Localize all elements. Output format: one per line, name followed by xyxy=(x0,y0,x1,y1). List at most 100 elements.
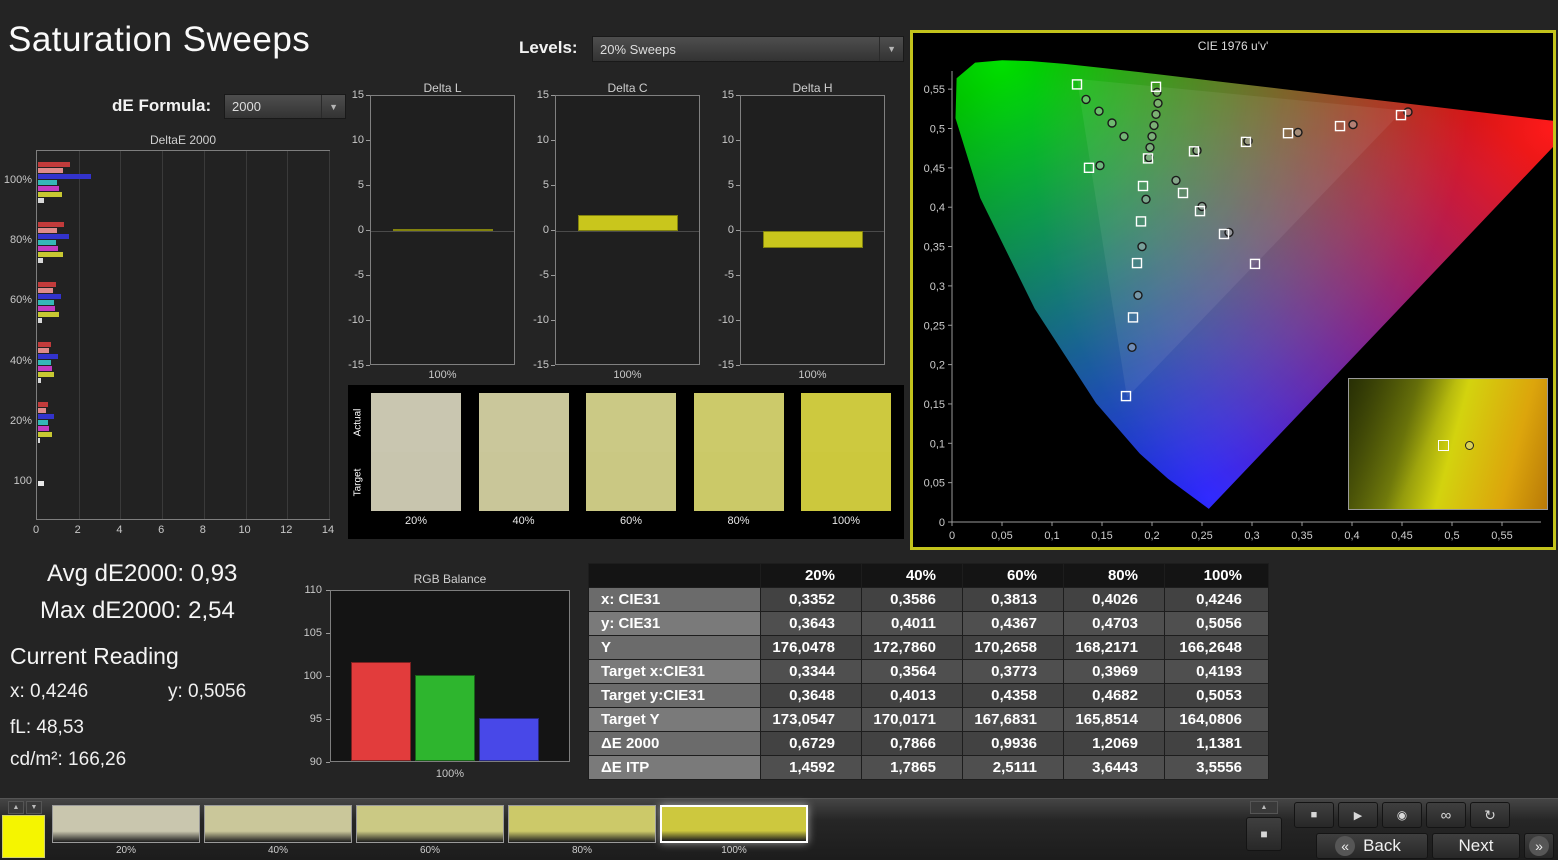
grid-line xyxy=(78,151,80,519)
swatch-target xyxy=(478,452,569,511)
stop-icon-button[interactable]: ■ xyxy=(1294,802,1334,828)
stop-pattern-button[interactable]: ■ xyxy=(1246,817,1282,851)
y-axis-tick-label: 105 xyxy=(303,627,322,639)
swatch-40%: 40% xyxy=(478,393,569,527)
y-axis-tick-label: -10 xyxy=(718,314,734,326)
y-axis-tick-label: -10 xyxy=(533,314,549,326)
x-tick-label: 0,2 xyxy=(1144,530,1159,542)
fl-readout: fL: 48,53 xyxy=(10,717,84,738)
play-icon-button[interactable]: ▶ xyxy=(1338,802,1378,828)
y-axis-category-label: 100 xyxy=(13,475,32,487)
x-tick-label: 0,1 xyxy=(1044,530,1059,542)
y-axis-tick-label: -10 xyxy=(348,314,364,326)
table-cell: 166,2648 xyxy=(1164,635,1269,660)
measured-point xyxy=(1171,175,1181,186)
active-color-swatch[interactable] xyxy=(2,815,45,858)
max-de2000-readout: Max dE2000: 2,54 xyxy=(40,597,235,624)
levels-dropdown[interactable]: 20% Sweeps ▼ xyxy=(592,36,904,62)
swatch-up-button[interactable]: ▲ xyxy=(8,801,24,814)
swatch-60%: 60% xyxy=(586,393,676,527)
y-axis-tick-label: 15 xyxy=(351,89,364,101)
x-axis-tick-label: 0 xyxy=(32,524,40,536)
swatch-down-button[interactable]: ▼ xyxy=(26,801,42,814)
delta-plot-area xyxy=(740,95,885,365)
table-cell: 0,7866 xyxy=(861,731,963,756)
next-arrow-button[interactable]: » xyxy=(1524,833,1554,859)
cie-1976-diagram-panel[interactable]: 0 0,05 0,1 0,15 0,2 0,25 0,3 0,35 0,4 0,45 0,5 0,55… xyxy=(910,30,1556,550)
measured-point xyxy=(1293,127,1303,138)
delta-plot-area xyxy=(555,95,700,365)
next-button[interactable]: Next xyxy=(1432,833,1520,859)
swatch-20%: 20% xyxy=(371,393,461,527)
tick-mark xyxy=(326,676,330,677)
refresh-icon-button[interactable]: ↻ xyxy=(1470,802,1510,828)
table-cell: 0,3344 xyxy=(760,659,862,684)
tick-mark xyxy=(551,230,555,231)
chart-title: DeltaE 2000 xyxy=(149,133,217,147)
delta-chart-c: Delta C 15 10 5 0 -5 -10 -15 100% xyxy=(525,81,705,381)
table-cell: 1,2069 xyxy=(1063,731,1165,756)
capture-icon-button[interactable]: ◉ xyxy=(1382,802,1422,828)
de-bar xyxy=(38,167,64,173)
x-tick-label: 0,5 xyxy=(1444,530,1459,542)
loop-icon-button[interactable]: ∞ xyxy=(1426,802,1466,828)
table-cell: 1,1381 xyxy=(1164,731,1269,756)
patch-button-80%[interactable]: 80% xyxy=(508,805,656,859)
scroll-up-button[interactable]: ▲ xyxy=(1250,801,1278,814)
table-cell: 0,9936 xyxy=(962,731,1064,756)
row-label: Target y:CIE31 xyxy=(588,683,761,708)
y-tick-label: 0,15 xyxy=(924,399,945,411)
row-label: Y xyxy=(588,635,761,660)
patch-button-100%[interactable]: 100% xyxy=(660,805,808,859)
measured-point xyxy=(1133,290,1143,300)
tick-mark xyxy=(366,140,370,141)
current-reading-label: Current Reading xyxy=(10,643,179,669)
table-cell: 0,4246 xyxy=(1164,587,1269,612)
rgb-bar-blue xyxy=(479,718,539,761)
patch-color xyxy=(204,805,352,843)
tick-mark xyxy=(551,140,555,141)
table-cell: 0,4367 xyxy=(962,611,1064,636)
table-row: Y 176,0478 172,7860 170,2658 168,2171 166,264… xyxy=(588,635,1269,660)
tick-mark xyxy=(366,185,370,186)
de-bar xyxy=(38,408,47,414)
back-button[interactable]: « Back xyxy=(1316,833,1428,859)
de-bar xyxy=(38,305,55,311)
patch-button-60%[interactable]: 60% xyxy=(356,805,504,859)
table-row: x: CIE31 0,3352 0,3586 0,3813 0,4026 0,4246 xyxy=(588,587,1269,612)
table-cell: 3,6443 xyxy=(1063,755,1165,780)
tick-mark xyxy=(736,185,740,186)
y-tick-label: 0,3 xyxy=(930,281,945,293)
swatch-actual xyxy=(371,393,461,452)
patch-label: 60% xyxy=(419,845,440,856)
x-tick-label: 0,3 xyxy=(1244,530,1259,542)
rgb-bar-green xyxy=(415,675,475,761)
swatch-100%: 100% xyxy=(801,393,891,527)
prev-arrow-icon: « xyxy=(1335,836,1356,856)
table-cell: 0,4193 xyxy=(1164,659,1269,684)
table-cell: 0,5053 xyxy=(1164,683,1269,708)
patch-button-20%[interactable]: 20% xyxy=(52,805,200,859)
table-cell: 1,4592 xyxy=(760,755,862,780)
table-cell: 0,4013 xyxy=(861,683,963,708)
table-row: ΔE 2000 0,6729 0,7866 0,9936 1,2069 1,1381 xyxy=(588,731,1269,756)
table-cell: 170,0171 xyxy=(861,707,963,732)
table-cell: 0,4682 xyxy=(1063,683,1165,708)
y-axis-category-label: 60% xyxy=(9,294,32,307)
x-tick-label: 0,35 xyxy=(1291,530,1312,542)
patch-button-40%[interactable]: 40% xyxy=(204,805,352,859)
row-label: ΔE ITP xyxy=(588,755,761,780)
de-bar xyxy=(38,173,91,179)
swatch-target xyxy=(371,452,461,511)
page-title: Saturation Sweeps xyxy=(8,20,311,59)
y-axis-tick-label: 10 xyxy=(721,134,734,146)
y-axis-tick-label: 110 xyxy=(304,584,322,596)
table-cell: 0,3648 xyxy=(760,683,862,708)
y-axis-tick-label: -5 xyxy=(724,269,734,281)
next-arrow-icon: » xyxy=(1529,836,1549,856)
swatch-label: 60% xyxy=(619,515,643,527)
delta-value-bar xyxy=(393,229,493,231)
delta-plot-area xyxy=(370,95,515,365)
inset-target-point xyxy=(1438,440,1450,452)
de-formula-dropdown[interactable]: 2000 ▼ xyxy=(224,94,346,119)
